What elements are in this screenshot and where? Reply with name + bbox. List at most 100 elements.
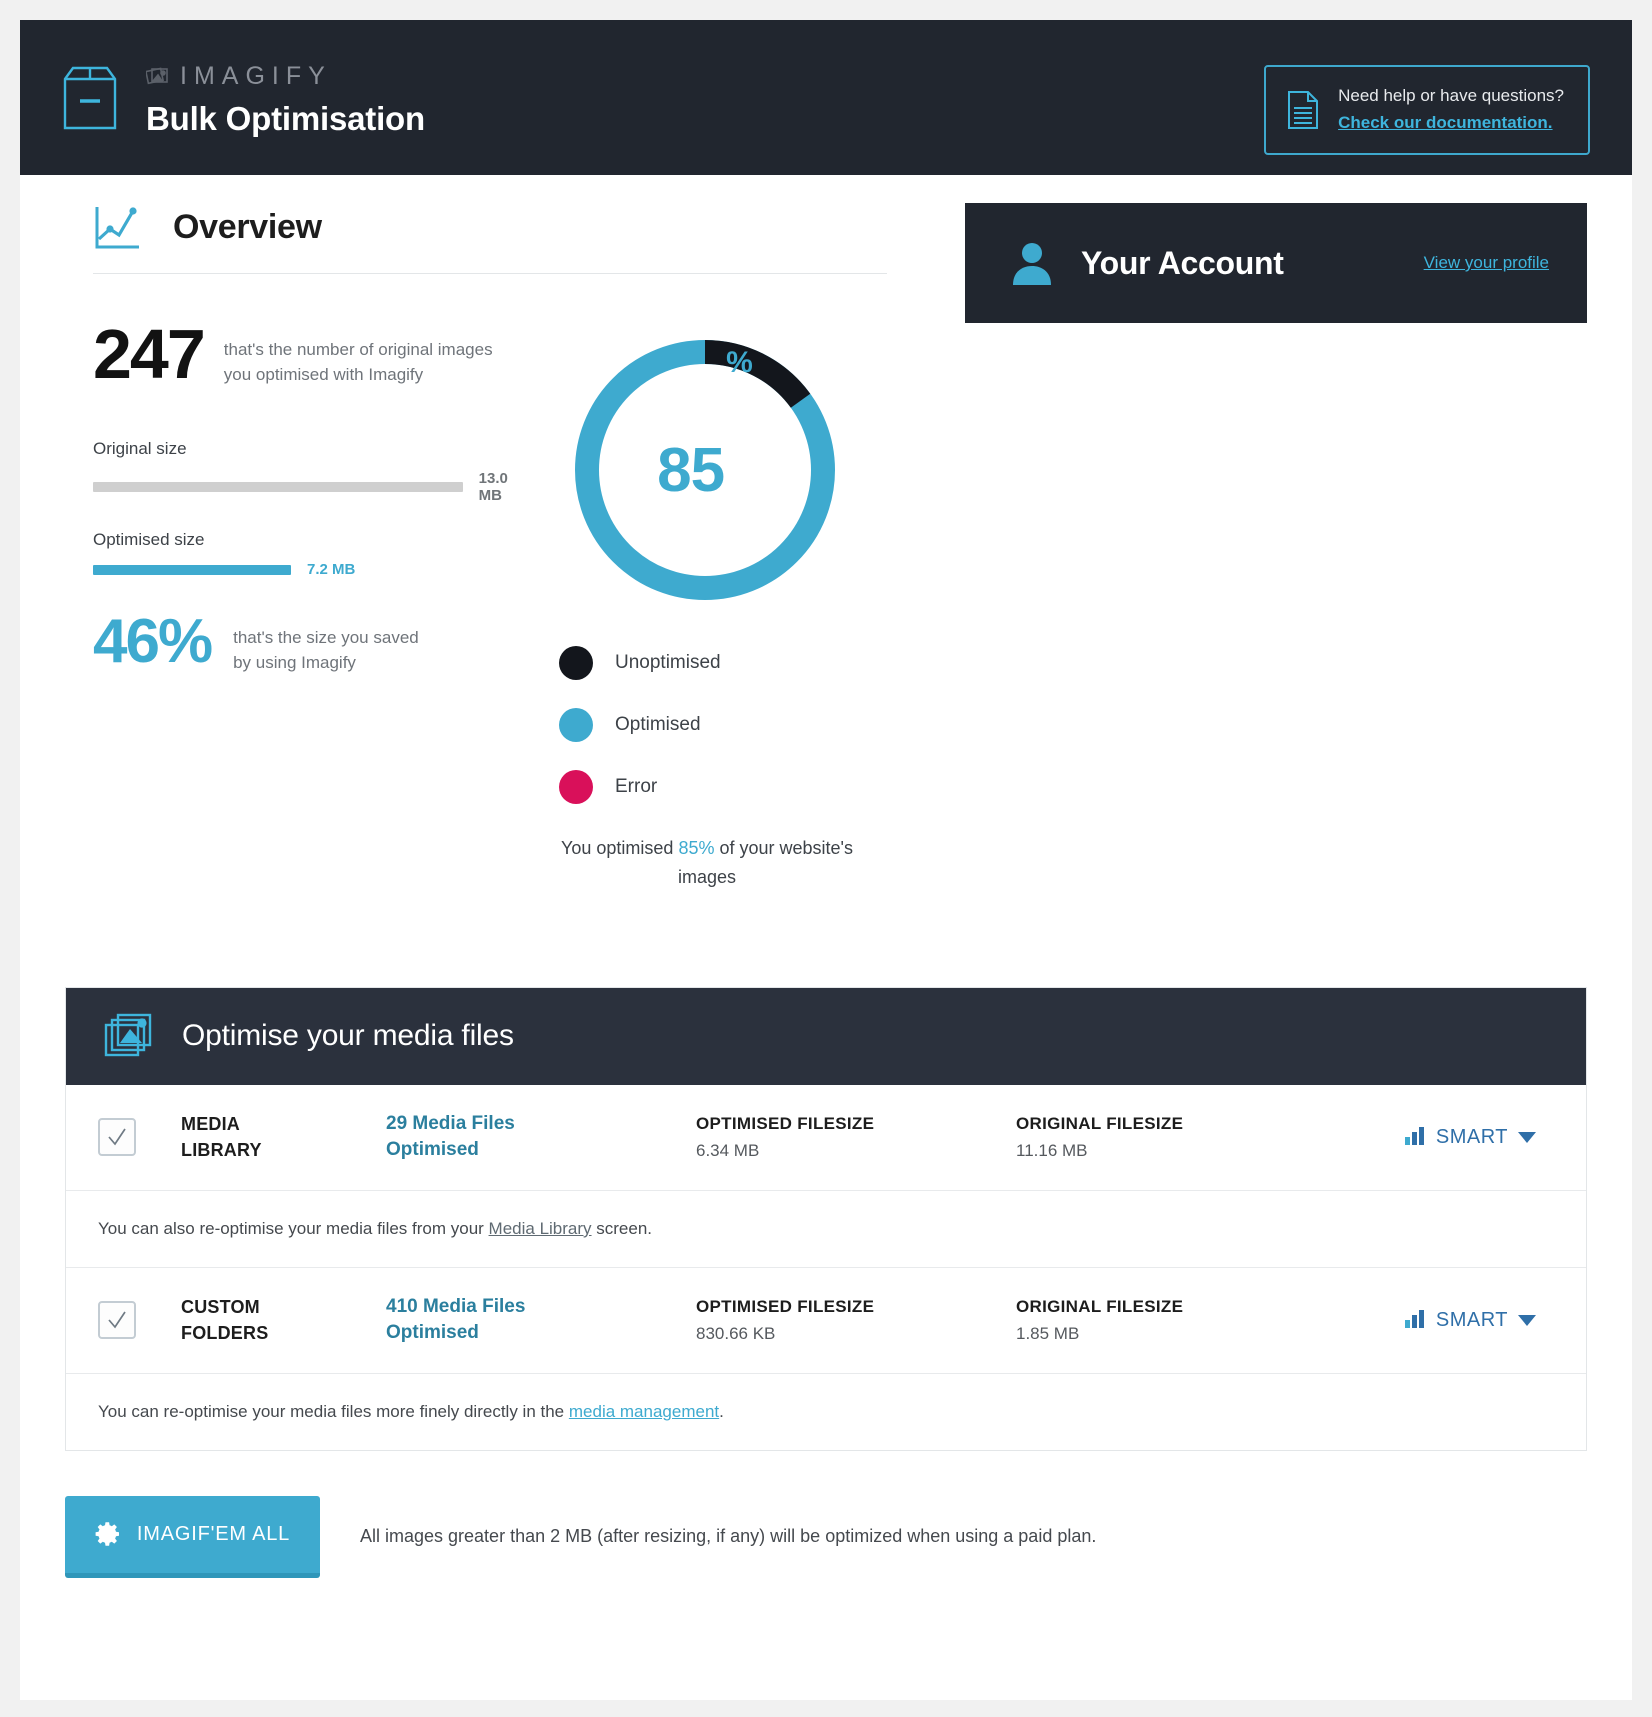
legend-swatch-optimised [559, 708, 593, 742]
donut-center-label: 85 % [565, 330, 845, 610]
box-icon [60, 63, 120, 133]
account-section: Your Account View your profile [895, 175, 1587, 892]
row-name-media-library: MEDIA LIBRARY [181, 1111, 386, 1163]
plugin-shell: IMAGIFY Bulk Optimisation Need help or h… [20, 20, 1632, 1700]
account-title: Your Account [1081, 244, 1284, 281]
custom-folders-note: You can re-optimise your media files mor… [66, 1373, 1586, 1450]
user-icon [1011, 241, 1053, 285]
donut-legend: Unoptimised Optimised Error [559, 646, 895, 804]
row-name-line1: MEDIA [181, 1114, 240, 1135]
documentation-link[interactable]: Check our documentation. [1338, 111, 1564, 136]
original-filesize-value: 11.16 MB [1016, 1140, 1088, 1160]
legend-item-error: Error [559, 770, 895, 804]
saved-percent-block: 46% that's the size you saved by using I… [93, 611, 535, 675]
note2-pre: You can re-optimise your media files mor… [98, 1401, 569, 1421]
saved-percent-description: that's the size you saved by using Imagi… [233, 614, 419, 675]
legend-item-optimised: Optimised [559, 708, 895, 742]
documentation-box[interactable]: Need help or have questions? Check our d… [1264, 65, 1590, 155]
table-row[interactable]: MEDIA LIBRARY 29 Media Files Optimised O… [66, 1084, 1586, 1191]
row-files-line2: Optimised [386, 1322, 479, 1344]
row-name-custom-folders: CUSTOM FOLDERS [181, 1294, 386, 1346]
row-name-line1: CUSTOM [181, 1297, 260, 1318]
page-header: IMAGIFY Bulk Optimisation Need help or h… [20, 20, 1632, 175]
overview-content: 247 that's the number of original images… [65, 274, 895, 892]
original-filesize-label: ORIGINAL FILESIZE [1016, 1113, 1184, 1133]
row-name-line2: LIBRARY [181, 1140, 262, 1161]
photos-stack-icon [144, 65, 172, 87]
image-count-value: 247 [93, 315, 206, 393]
original-filesize-value: 1.85 MB [1016, 1323, 1080, 1343]
optimisation-level-dropdown-custom-folders[interactable]: SMART [1404, 1308, 1556, 1333]
optimised-filesize-label: OPTIMISED FILESIZE [696, 1296, 875, 1316]
bars-icon [1404, 1125, 1426, 1150]
saved-desc-line1: that's the size you saved [233, 628, 419, 648]
image-count-desc-line1: that's the number of original images [223, 340, 493, 359]
row-files-media-library[interactable]: 29 Media Files Optimised [386, 1111, 696, 1164]
legend-swatch-unoptimised [559, 646, 593, 680]
original-size-value: 13.0 MB [478, 470, 508, 505]
optimised-size-row: 7.2 MB [93, 561, 535, 578]
donut-chart: 85 % [565, 330, 845, 610]
legend-label-error: Error [615, 776, 658, 797]
optimised-size-label: Optimised size [93, 530, 205, 550]
donut-chart-area: 85 % Unoptimised Optimised Error You opt… [535, 322, 895, 892]
donut-caption-pre: You optimised [561, 838, 679, 858]
image-count-desc-line2: you optimised with Imagify [223, 364, 424, 384]
documentation-text: Need help or have questions? Check our d… [1338, 84, 1564, 135]
optimised-filesize-value: 6.34 MB [696, 1140, 760, 1160]
media-library-link[interactable]: Media Library [489, 1219, 592, 1238]
account-panel: Your Account View your profile [965, 203, 1587, 323]
overview-stats: 247 that's the number of original images… [65, 315, 535, 892]
imagify-em-all-button[interactable]: IMAGIF'EM ALL [65, 1495, 320, 1578]
optimised-filesize-label: OPTIMISED FILESIZE [696, 1113, 875, 1133]
optimised-size-value: 7.2 MB [307, 561, 356, 579]
chevron-down-icon [1518, 1314, 1536, 1326]
media-management-link[interactable]: media management [569, 1402, 719, 1421]
view-profile-link[interactable]: View your profile [1424, 253, 1549, 273]
bars-icon [1404, 1308, 1426, 1333]
custom-folders-checkbox[interactable] [98, 1301, 136, 1340]
chevron-down-icon [1518, 1131, 1536, 1143]
media-files-panel: Optimise your media files MEDIA LIBRARY [65, 986, 1587, 1451]
note1-post: screen. [591, 1218, 653, 1238]
brand-row: IMAGIFY [144, 61, 425, 91]
row-optimised-filesize: OPTIMISED FILESIZE 830.66 KB [696, 1297, 1016, 1344]
overview-section: Overview 247 that's the number of origin… [65, 175, 895, 892]
row-files-custom-folders[interactable]: 410 Media Files Optimised [386, 1294, 696, 1347]
optimised-filesize-value: 830.66 KB [696, 1323, 776, 1343]
original-size-bar [93, 482, 463, 493]
page-root: IMAGIFY Bulk Optimisation Need help or h… [0, 0, 1652, 1717]
image-count-description: that's the number of original images you… [224, 322, 493, 387]
row-original-filesize: ORIGINAL FILESIZE 11.16 MB [1016, 1114, 1336, 1161]
gear-icon [95, 1521, 121, 1547]
footer-action-bar: IMAGIF'EM ALL All images greater than 2 … [65, 1495, 1587, 1618]
legend-item-unoptimised: Unoptimised [559, 646, 895, 680]
brand-name: IMAGIFY [180, 61, 332, 90]
header-branding: IMAGIFY Bulk Optimisation [60, 57, 425, 138]
overview-title: Overview [173, 207, 322, 246]
row-optimised-filesize: OPTIMISED FILESIZE 6.34 MB [696, 1114, 1016, 1161]
imagify-em-all-label: IMAGIF'EM ALL [136, 1522, 291, 1545]
note2-post: . [719, 1401, 724, 1421]
donut-caption-highlight: 85% [678, 838, 715, 858]
table-row[interactable]: CUSTOM FOLDERS 410 Media Files Optimised… [66, 1267, 1586, 1374]
document-icon [1286, 89, 1320, 131]
top-columns: Overview 247 that's the number of origin… [65, 175, 1587, 892]
overview-header: Overview [65, 203, 895, 273]
size-bars: Original size 13.0 MB Optimised size 7.2… [93, 439, 535, 578]
chart-line-icon [93, 203, 143, 251]
optimisation-level-dropdown-media-library[interactable]: SMART [1404, 1125, 1556, 1150]
row-name-line2: FOLDERS [181, 1323, 269, 1344]
original-size-row: 13.0 MB [93, 470, 535, 504]
legend-label-unoptimised: Unoptimised [615, 652, 721, 673]
image-count-block: 247 that's the number of original images… [93, 315, 535, 393]
row-original-filesize: ORIGINAL FILESIZE 1.85 MB [1016, 1297, 1336, 1344]
media-library-checkbox[interactable] [98, 1118, 136, 1157]
original-size-label: Original size [93, 439, 187, 459]
optimised-size-bar [93, 564, 291, 575]
original-filesize-label: ORIGINAL FILESIZE [1016, 1296, 1184, 1316]
saved-desc-line2: by using Imagify [233, 652, 356, 672]
donut-percent-symbol: % [726, 346, 753, 379]
donut-percent-value: 85 [657, 435, 725, 505]
row-files-line1: 29 Media Files [386, 1112, 515, 1134]
